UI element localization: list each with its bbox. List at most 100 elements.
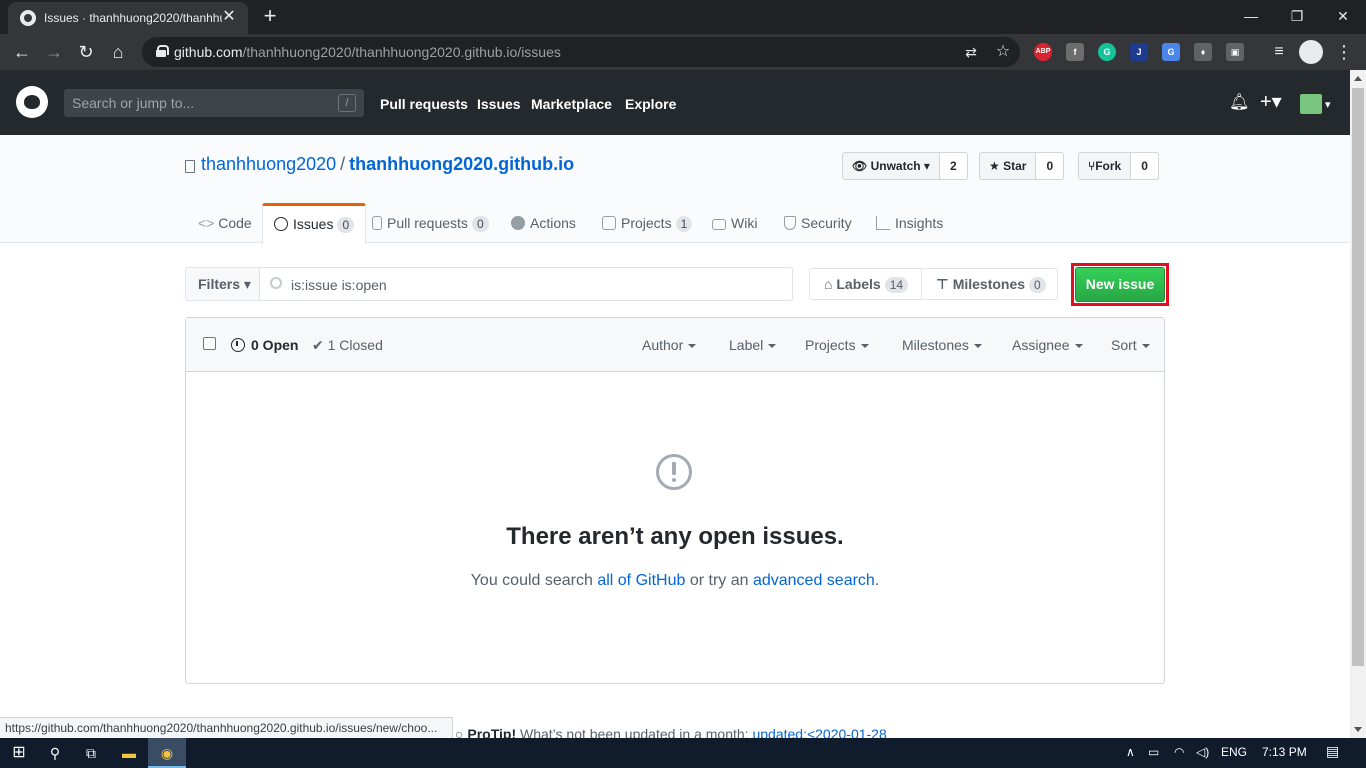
media-icon[interactable]: ≡ (1266, 39, 1292, 65)
user-avatar[interactable] (1300, 94, 1322, 114)
new-tab-button[interactable]: + (258, 5, 282, 29)
advanced-search-link[interactable]: advanced search (753, 572, 875, 589)
open-issues-label: 0 Open (251, 337, 299, 353)
nav-pull-requests[interactable]: Pull requests (380, 96, 468, 112)
file-explorer-icon[interactable]: ▬ (116, 738, 142, 768)
nav-issues[interactable]: Issues (477, 96, 521, 112)
search-icon (270, 277, 282, 289)
back-icon[interactable]: ← (9, 39, 35, 65)
page-scrollbar[interactable] (1350, 70, 1366, 738)
facebook-extension-icon[interactable]: f (1066, 43, 1084, 61)
profile-avatar[interactable] (1299, 40, 1323, 64)
chrome-taskbar-icon[interactable]: ◉ (148, 738, 186, 768)
pull-request-icon (372, 216, 382, 230)
new-issue-button[interactable]: New issue (1075, 267, 1165, 302)
label-dropdown[interactable]: Label (729, 337, 776, 353)
issue-search-query: is:issue is:open (291, 277, 387, 293)
milestones-dropdown[interactable]: Milestones (902, 337, 982, 353)
volume-icon[interactable]: ◁) (1196, 745, 1209, 759)
minimize-button[interactable]: — (1228, 0, 1274, 32)
graph-icon (876, 216, 890, 230)
tab-wiki-label: Wiki (731, 215, 758, 231)
tab-code[interactable]: <> Code (198, 215, 252, 243)
browser-toolbar: ← → ↻ ⌂ github.com/thanhhuong2020/thanhh… (0, 34, 1366, 70)
user-menu-caret-icon[interactable]: ▾ (1325, 98, 1331, 111)
grammarly-extension-icon[interactable]: G (1098, 43, 1116, 61)
labels-button[interactable]: ⌂ Labels 14 (809, 268, 922, 300)
cast-extension-icon[interactable]: ▣ (1226, 43, 1244, 61)
closed-issues-link[interactable]: ✔ 1 Closed (312, 337, 383, 354)
star-button[interactable]: ★ Star (979, 152, 1037, 180)
github-search-input[interactable]: Search or jump to... / (64, 89, 364, 117)
author-dropdown[interactable]: Author (642, 337, 696, 353)
blank-state-text: You could search all of GitHub or try an… (186, 572, 1164, 590)
fork-label: Fork (1095, 159, 1122, 173)
notifications-bell-icon[interactable]: 🔔︎ (1229, 92, 1249, 112)
scroll-down-icon[interactable] (1354, 727, 1362, 732)
eye-icon: 👁︎ (852, 159, 871, 173)
language-indicator[interactable]: ENG (1221, 745, 1247, 759)
all-of-github-link[interactable]: all of GitHub (597, 572, 685, 589)
tab-title: Issues · thanhhuong2020/thanhhuong2020.g… (44, 11, 222, 25)
lock-icon (156, 45, 169, 57)
watch-count[interactable]: 2 (939, 152, 968, 180)
star-count[interactable]: 0 (1036, 152, 1065, 180)
clock[interactable]: 7:13 PM (1262, 745, 1307, 759)
action-center-icon[interactable]: ▤ (1326, 743, 1339, 760)
watch-group: 👁︎ Unwatch ▾ 2 (842, 152, 968, 180)
repo-owner-link[interactable]: thanhhuong2020 (201, 154, 336, 174)
bulb-extension-icon[interactable]: ♦ (1194, 43, 1212, 61)
create-new-plus-icon[interactable]: +▾ (1260, 89, 1282, 114)
milestones-button[interactable]: ⊤ Milestones 0 (921, 268, 1058, 300)
issues-list-box: 0 Open ✔ 1 Closed Author Label Projects … (185, 317, 1165, 684)
battery-icon[interactable]: ▭ (1148, 745, 1159, 759)
translate-icon[interactable]: ⇄ (958, 39, 984, 65)
browser-tab[interactable]: Issues · thanhhuong2020/thanhhuong2020.g… (8, 2, 248, 34)
wifi-icon[interactable]: ◠ (1174, 745, 1184, 759)
home-icon[interactable]: ⌂ (105, 39, 131, 65)
browser-menu-icon[interactable]: ⋮ (1331, 39, 1357, 65)
scroll-thumb[interactable] (1352, 88, 1364, 666)
taskbar-search-icon[interactable]: ⚲ (42, 738, 68, 768)
forward-icon[interactable]: → (41, 39, 67, 65)
tab-security[interactable]: Security (784, 215, 852, 243)
unwatch-button[interactable]: 👁︎ Unwatch ▾ (842, 152, 940, 180)
issue-search-input[interactable]: is:issue is:open (259, 267, 793, 301)
tab-issues[interactable]: Issues 0 (262, 203, 367, 244)
reload-icon[interactable]: ↻ (73, 39, 99, 65)
tab-close-icon[interactable]: ✕ (220, 8, 238, 26)
address-bar[interactable]: github.com/thanhhuong2020/thanhhuong2020… (142, 37, 1020, 67)
tab-wiki[interactable]: Wiki (712, 215, 757, 243)
bookmark-star-icon[interactable]: ☆ (990, 39, 1016, 65)
restore-button[interactable]: ❐ (1274, 0, 1320, 32)
assignee-dropdown[interactable]: Assignee (1012, 337, 1083, 353)
task-view-icon[interactable]: ⧉ (78, 738, 104, 768)
filters-dropdown[interactable]: Filters ▾ (185, 267, 260, 301)
tab-code-label: Code (218, 215, 252, 231)
nav-explore[interactable]: Explore (625, 96, 676, 112)
nav-marketplace[interactable]: Marketplace (531, 96, 612, 112)
sort-dropdown[interactable]: Sort (1111, 337, 1150, 353)
labels-label: Labels (836, 276, 881, 292)
tab-insights[interactable]: Insights (876, 215, 943, 243)
open-issues-link[interactable]: 0 Open (231, 337, 298, 353)
tab-pull-requests[interactable]: Pull requests 0 (372, 215, 489, 243)
book-icon (712, 219, 726, 230)
tray-chevron-icon[interactable]: ∧ (1126, 745, 1135, 759)
repo-icon (185, 160, 195, 173)
google-translate-extension-icon[interactable]: G (1162, 43, 1180, 61)
github-logo-icon[interactable] (16, 86, 48, 118)
j-extension-icon[interactable]: J (1130, 43, 1148, 61)
projects-dropdown[interactable]: Projects (805, 337, 869, 353)
tab-actions[interactable]: Actions (511, 215, 576, 243)
fork-count[interactable]: 0 (1131, 152, 1159, 180)
window-close-button[interactable]: ✕ (1320, 0, 1366, 32)
scroll-up-icon[interactable] (1354, 76, 1362, 81)
repo-name-link[interactable]: thanhhuong2020.github.io (349, 154, 574, 174)
issues-list-header: 0 Open ✔ 1 Closed Author Label Projects … (186, 318, 1164, 372)
windows-start-icon[interactable]: ⊞ (6, 738, 32, 768)
fork-button[interactable]: ⑂Fork (1078, 152, 1132, 180)
adblock-extension-icon[interactable]: ABP (1034, 43, 1052, 61)
tab-projects[interactable]: Projects 1 (602, 215, 693, 243)
select-all-checkbox[interactable] (203, 337, 216, 350)
